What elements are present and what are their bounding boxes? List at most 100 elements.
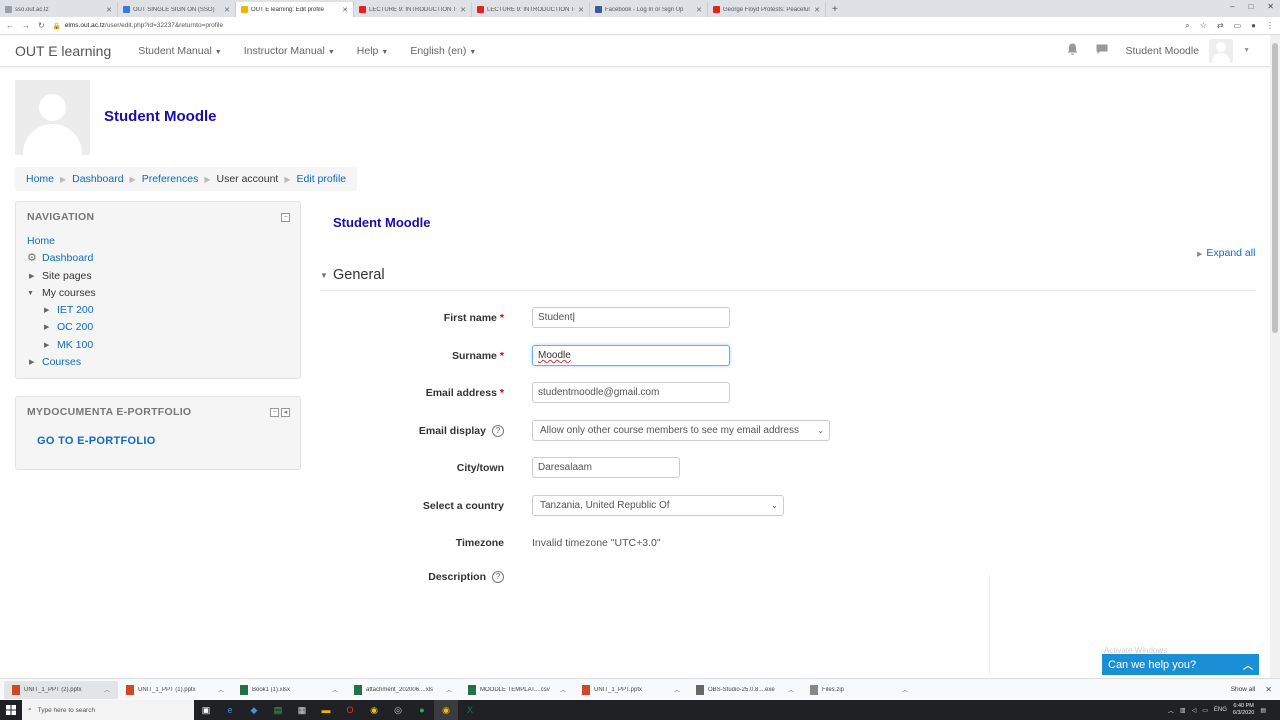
excel-icon[interactable]: X [458, 700, 482, 720]
download-item[interactable]: UNIT_1_PPT (1).pptx ︿ [118, 681, 232, 699]
expand-all-link[interactable]: ▶ Expand all [1197, 247, 1255, 259]
browser-tab[interactable]: sso.out.ac.tz ✕ [0, 2, 118, 17]
obs-icon[interactable]: ◎ [386, 700, 410, 720]
country-select[interactable]: Tanzania, United Republic Of ⌄ [532, 495, 784, 516]
reload-icon[interactable]: ↻ [38, 21, 45, 30]
new-tab-button[interactable]: + [826, 2, 844, 17]
first-name-input[interactable]: Student| [532, 307, 730, 328]
help-icon[interactable]: ? [492, 425, 504, 438]
nav-item-home[interactable]: Home [27, 233, 96, 250]
chevron-up-icon[interactable]: ︿ [902, 685, 908, 694]
battery-icon[interactable]: ▭ [1202, 707, 1208, 714]
nav-item-course-iet200[interactable]: ▶ IET 200 [27, 302, 96, 319]
breadcrumb-home[interactable]: Home [26, 173, 54, 185]
chevron-up-icon[interactable]: ︿ [446, 685, 452, 694]
chevron-up-icon[interactable]: ︿ [104, 685, 110, 694]
section-general-header[interactable]: ▼ General [320, 266, 1256, 291]
tab-close-icon[interactable]: ✕ [460, 6, 466, 14]
chevron-up-icon[interactable]: ︿ [674, 685, 680, 694]
nav-item-courses[interactable]: ▶ Courses [27, 354, 96, 371]
menu-help[interactable]: Help ▼ [357, 45, 389, 57]
language-indicator[interactable]: ENG [1214, 707, 1227, 713]
volume-icon[interactable]: ◁ [1192, 707, 1197, 714]
tab-close-icon[interactable]: ✕ [814, 6, 820, 14]
download-item[interactable]: attachment_202006....xls ︿ [346, 681, 460, 699]
browser-tab[interactable]: OUT SINGLE SIGN ON (SSO) ✕ [118, 2, 236, 17]
breadcrumb-preferences[interactable]: Preferences [142, 173, 199, 185]
browser-tab[interactable]: Facebook - Log In or Sign Up ✕ [590, 2, 708, 17]
breadcrumb-dashboard[interactable]: Dashboard [72, 173, 123, 185]
download-item[interactable]: Files.zip ︿ [802, 681, 916, 699]
tab-close-icon[interactable]: ✕ [696, 6, 702, 14]
close-downloads-icon[interactable]: ✕ [1261, 685, 1276, 694]
tab-close-icon[interactable]: ✕ [342, 6, 348, 14]
chevron-up-icon[interactable]: ︿ [560, 685, 566, 694]
task-view-icon[interactable]: ▣ [194, 700, 218, 720]
email-display-select[interactable]: Allow only other course members to see m… [532, 420, 830, 441]
tab-close-icon[interactable]: ✕ [224, 6, 230, 14]
dock-block-icon[interactable]: ◂ [281, 408, 290, 417]
bell-icon[interactable] [1067, 43, 1078, 58]
city-input[interactable]: Daresalaam [532, 457, 680, 478]
file-explorer-icon[interactable]: ▬ [314, 700, 338, 720]
scrollbar-thumb[interactable] [1272, 43, 1278, 333]
tab-close-icon[interactable]: ✕ [106, 6, 112, 14]
nav-item-site-pages[interactable]: ▶ Site pages [27, 268, 96, 285]
taskbar-clock[interactable]: 6:40 PM 6/3/2020 [1233, 703, 1254, 717]
forward-arrow-icon[interactable]: → [22, 21, 30, 30]
minimize-button[interactable]: – [1230, 2, 1234, 11]
nav-item-course-mk100[interactable]: ▶ MK 100 [27, 337, 96, 354]
store-icon[interactable]: ▦ [290, 700, 314, 720]
close-window-button[interactable]: ✕ [1267, 2, 1274, 11]
cast-icon[interactable]: ▭ [1234, 21, 1242, 31]
profile-icon[interactable]: ● [1251, 21, 1256, 31]
nav-item-course-oc200[interactable]: ▶ OC 200 [27, 319, 96, 336]
show-all-downloads-button[interactable]: Show all [1225, 686, 1262, 693]
browser-tab[interactable]: LECTURE 9: INTRODUCTION TO ✕ [472, 2, 590, 17]
back-arrow-icon[interactable]: ← [6, 21, 14, 30]
taskbar-search-input[interactable]: ⌕ Type here to search [22, 700, 194, 720]
user-avatar[interactable] [1209, 38, 1234, 63]
app-icon[interactable]: ● [410, 700, 434, 720]
maximize-button[interactable]: □ [1248, 2, 1253, 11]
nav-item-dashboard[interactable]: ⚙ Dashboard [27, 250, 96, 267]
collapse-block-icon[interactable]: − [281, 213, 290, 222]
extension-icon[interactable]: ⇄ [1217, 21, 1224, 31]
browser-tab[interactable]: George Floyd Protests: Peaceful ✕ [708, 2, 826, 17]
app-icon[interactable]: ▤ [266, 700, 290, 720]
collapse-block-icon[interactable]: − [270, 408, 279, 417]
email-input[interactable]: studentmoodle@gmail.com [532, 382, 730, 403]
tab-close-icon[interactable]: ✕ [578, 6, 584, 14]
chevron-up-icon[interactable]: ︿ [218, 685, 224, 694]
chrome-icon[interactable]: ◉ [362, 700, 386, 720]
browser-tab[interactable]: OUT E learning: Edit profile ✕ [236, 2, 354, 17]
edge-browser-icon[interactable]: e [218, 700, 242, 720]
zoom-icon[interactable]: ⌕ [1185, 21, 1189, 31]
browser-tab[interactable]: LECTURE 9: INTRODUCTION TO ✕ [354, 2, 472, 17]
user-menu-name[interactable]: Student Moodle [1126, 45, 1200, 57]
app-icon[interactable]: ◆ [242, 700, 266, 720]
chevron-up-icon[interactable]: ︿ [788, 685, 794, 694]
download-item[interactable]: UNIT_1_PPT.pptx ︿ [574, 681, 688, 699]
notifications-icon[interactable]: ▤ [1260, 707, 1266, 714]
help-icon[interactable]: ? [492, 571, 504, 584]
nav-item-my-courses[interactable]: ▼ My courses [27, 285, 96, 302]
caret-down-icon[interactable]: ▼ [1243, 47, 1250, 54]
chrome-icon[interactable]: ◉ [434, 700, 458, 720]
chat-bubble-icon[interactable] [1096, 44, 1108, 58]
chevron-up-icon[interactable]: ︿ [1243, 657, 1253, 672]
chevron-up-icon[interactable]: ︿ [332, 685, 338, 694]
download-item[interactable]: Book1 (1).xlsx ︿ [232, 681, 346, 699]
tray-up-arrow-icon[interactable]: ︿ [1168, 706, 1174, 715]
browser-menu-icon[interactable]: ⋮ [1266, 21, 1274, 31]
download-item[interactable]: OBS-Studio-25.0.8....exe ︿ [688, 681, 802, 699]
surname-input[interactable]: Moodle [532, 345, 730, 366]
opera-icon[interactable]: O [338, 700, 362, 720]
page-scrollbar[interactable] [1270, 35, 1280, 678]
network-icon[interactable]: ▥ [1180, 707, 1186, 714]
download-item[interactable]: UNIT_1_PPT (2).pptx ︿ [4, 680, 118, 699]
menu-language[interactable]: English (en) ▼ [410, 45, 476, 57]
menu-student-manual[interactable]: Student Manual ▼ [138, 45, 222, 57]
windows-start-icon[interactable] [0, 700, 22, 720]
breadcrumb-edit-profile[interactable]: Edit profile [297, 173, 347, 185]
